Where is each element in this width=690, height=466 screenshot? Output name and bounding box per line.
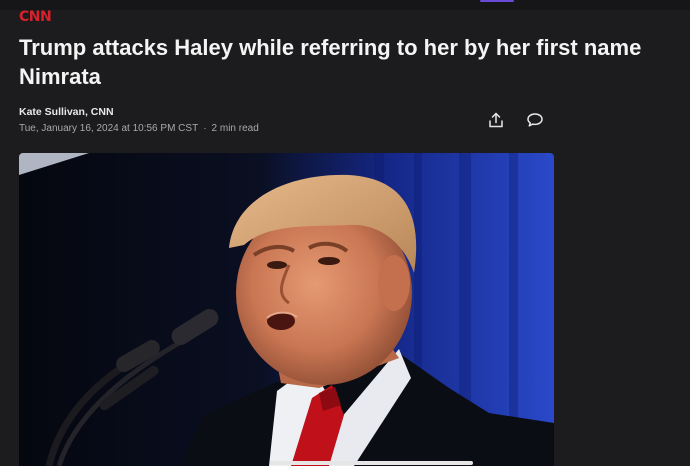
article-timestamp: Tue, January 16, 2024 at 10:56 PM CST bbox=[19, 123, 199, 134]
top-bar-accent bbox=[480, 0, 514, 2]
article-headline: Trump attacks Haley while referring to h… bbox=[19, 35, 642, 89]
cnn-logo[interactable]: CNN bbox=[19, 9, 52, 25]
share-icon bbox=[487, 111, 505, 134]
hero-photo bbox=[19, 153, 554, 466]
meta-separator: · bbox=[203, 123, 207, 134]
comment-button[interactable] bbox=[525, 112, 545, 132]
article-author[interactable]: Kate Sullivan, CNN bbox=[19, 106, 114, 118]
top-bar bbox=[0, 0, 690, 10]
hero-image[interactable] bbox=[19, 153, 554, 466]
article-read-time: 2 min read bbox=[211, 123, 259, 134]
article-meta: Tue, January 16, 2024 at 10:56 PM CST · 2 … bbox=[19, 123, 259, 134]
article-page: CNN Trump attacks Haley while referring … bbox=[0, 0, 690, 466]
home-indicator[interactable] bbox=[270, 461, 473, 465]
share-button[interactable] bbox=[486, 112, 506, 132]
comment-icon bbox=[526, 111, 544, 134]
